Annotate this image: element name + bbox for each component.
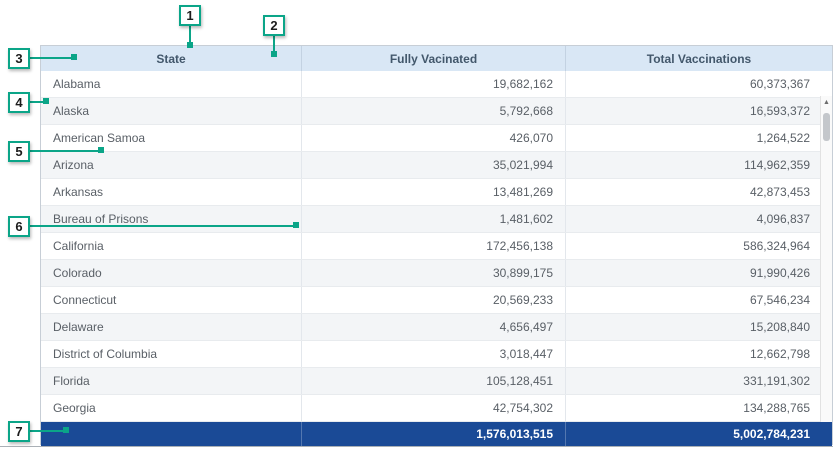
callout-line-5	[30, 150, 101, 152]
table-row[interactable]: Colorado 30,899,175 91,990,426	[41, 260, 832, 287]
state-cell: Alabama	[41, 71, 302, 97]
total-vaccinations-cell: 114,962,359	[566, 152, 832, 178]
total-vaccinations-cell: 12,662,798	[566, 341, 832, 367]
table-row[interactable]: Arizona 35,021,994 114,962,359	[41, 152, 832, 179]
state-cell: Colorado	[41, 260, 302, 286]
state-cell: Georgia	[41, 395, 302, 421]
callout-badge-6: 6	[8, 216, 30, 237]
state-cell: California	[41, 233, 302, 259]
callout-dot-2	[271, 51, 277, 57]
totals-fully-vaccinated-cell: 1,576,013,515	[302, 422, 566, 446]
callout-line-7	[30, 430, 66, 432]
callout-badge-3: 3	[8, 48, 30, 69]
state-cell: Connecticut	[41, 287, 302, 313]
total-vaccinations-cell: 134,288,765	[566, 395, 832, 421]
table-row[interactable]: Bureau of Prisons 1,481,602 4,096,837	[41, 206, 832, 233]
fully-vaccinated-cell: 19,682,162	[302, 71, 566, 97]
table-row[interactable]: California 172,456,138 586,324,964	[41, 233, 832, 260]
state-cell: Arizona	[41, 152, 302, 178]
callout-dot-5	[98, 147, 104, 153]
table-row[interactable]: Alabama 19,682,162 60,373,367	[41, 71, 832, 98]
scrollbar-thumb[interactable]	[823, 113, 830, 141]
total-vaccinations-cell: 4,096,837	[566, 206, 832, 232]
callout-dot-1	[187, 42, 193, 48]
callout-dot-7	[63, 427, 69, 433]
total-vaccinations-cell: 15,208,840	[566, 314, 832, 340]
table-row[interactable]: American Samoa 426,070 1,264,522	[41, 125, 832, 152]
fully-vaccinated-cell: 172,456,138	[302, 233, 566, 259]
callout-badge-7: 7	[8, 421, 30, 442]
table-header-row: State Fully Vacinated Total Vaccinations	[41, 46, 832, 71]
table-row[interactable]: Alaska 5,792,668 16,593,372	[41, 98, 832, 125]
total-vaccinations-cell: 91,990,426	[566, 260, 832, 286]
scroll-up-icon[interactable]: ▲	[821, 96, 832, 109]
callout-badge-2: 2	[263, 15, 285, 36]
callout-badge-5: 5	[8, 141, 30, 162]
fully-vaccinated-cell: 20,569,233	[302, 287, 566, 313]
total-vaccinations-cell: 16,593,372	[566, 98, 832, 124]
totals-total-vaccinations-cell: 5,002,784,231	[566, 422, 832, 446]
column-header-fully-vaccinated[interactable]: Fully Vacinated	[302, 46, 566, 71]
state-cell: Alaska	[41, 98, 302, 124]
table-row[interactable]: Connecticut 20,569,233 67,546,234	[41, 287, 832, 314]
column-header-total-vaccinations[interactable]: Total Vaccinations	[566, 46, 832, 71]
bottom-border-line	[0, 446, 833, 447]
callout-badge-1: 1	[179, 5, 201, 26]
table-body: Alabama 19,682,162 60,373,367 Alaska 5,7…	[41, 71, 832, 422]
callout-line-3	[30, 57, 74, 59]
total-vaccinations-cell: 1,264,522	[566, 125, 832, 151]
totals-state-cell	[41, 422, 302, 446]
callout-dot-4	[43, 98, 49, 104]
fully-vaccinated-cell: 426,070	[302, 125, 566, 151]
total-vaccinations-cell: 60,373,367	[566, 71, 832, 97]
fully-vaccinated-cell: 5,792,668	[302, 98, 566, 124]
callout-line-6	[30, 225, 296, 227]
callout-dot-3	[71, 54, 77, 60]
table-row[interactable]: Arkansas 13,481,269 42,873,453	[41, 179, 832, 206]
column-header-state[interactable]: State	[41, 46, 302, 71]
callout-dot-6	[293, 222, 299, 228]
total-vaccinations-cell: 331,191,302	[566, 368, 832, 394]
totals-row: 1,576,013,515 5,002,784,231	[41, 422, 832, 446]
fully-vaccinated-cell: 13,481,269	[302, 179, 566, 205]
vaccinations-table: State Fully Vacinated Total Vaccinations…	[40, 45, 833, 445]
fully-vaccinated-cell: 3,018,447	[302, 341, 566, 367]
state-cell: Arkansas	[41, 179, 302, 205]
fully-vaccinated-cell: 4,656,497	[302, 314, 566, 340]
state-cell: District of Columbia	[41, 341, 302, 367]
state-cell: American Samoa	[41, 125, 302, 151]
total-vaccinations-cell: 42,873,453	[566, 179, 832, 205]
total-vaccinations-cell: 67,546,234	[566, 287, 832, 313]
table-row[interactable]: Florida 105,128,451 331,191,302	[41, 368, 832, 395]
total-vaccinations-cell: 586,324,964	[566, 233, 832, 259]
fully-vaccinated-cell: 105,128,451	[302, 368, 566, 394]
state-cell: Bureau of Prisons	[41, 206, 302, 232]
fully-vaccinated-cell: 42,754,302	[302, 395, 566, 421]
state-cell: Delaware	[41, 314, 302, 340]
state-cell: Florida	[41, 368, 302, 394]
callout-badge-4: 4	[8, 92, 30, 113]
fully-vaccinated-cell: 1,481,602	[302, 206, 566, 232]
fully-vaccinated-cell: 30,899,175	[302, 260, 566, 286]
fully-vaccinated-cell: 35,021,994	[302, 152, 566, 178]
table-row[interactable]: District of Columbia 3,018,447 12,662,79…	[41, 341, 832, 368]
table-row[interactable]: Delaware 4,656,497 15,208,840	[41, 314, 832, 341]
table-row[interactable]: Georgia 42,754,302 134,288,765	[41, 395, 832, 422]
vertical-scrollbar[interactable]: ▲ ▼	[820, 96, 832, 422]
